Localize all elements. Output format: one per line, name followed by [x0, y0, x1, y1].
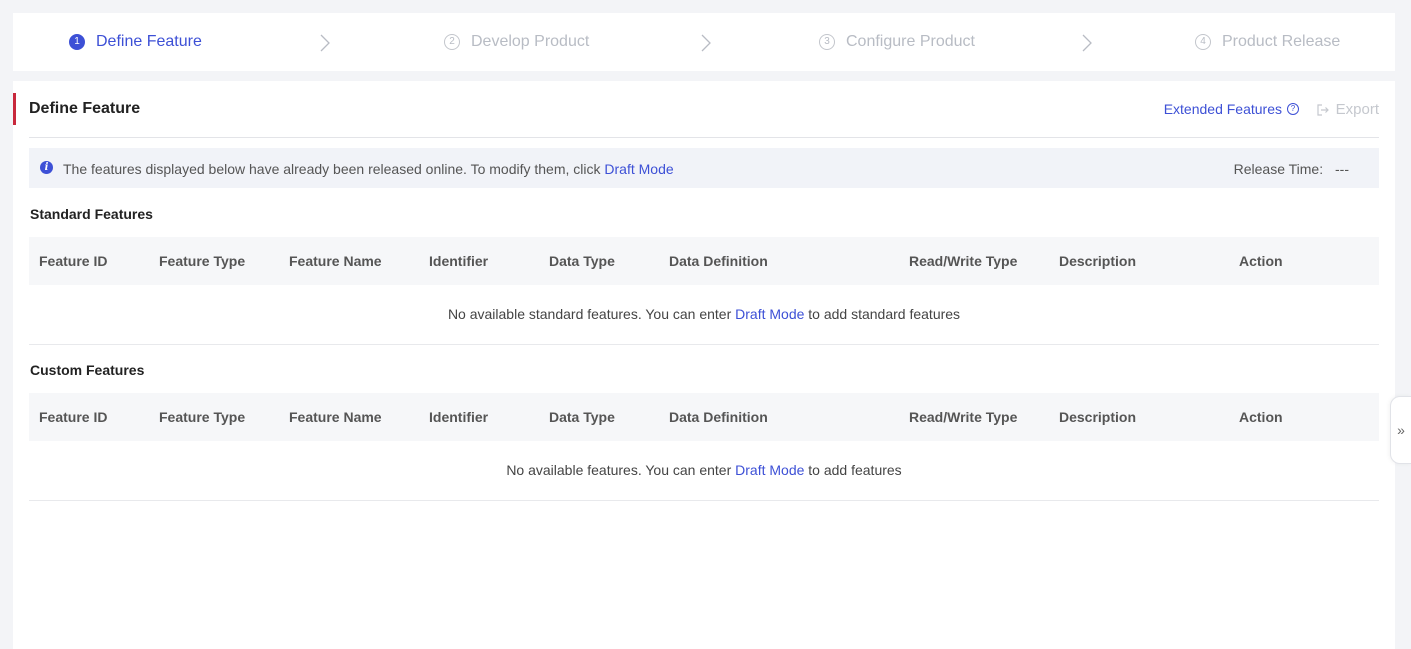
step-label: Define Feature — [96, 33, 202, 50]
release-notice: i The features displayed below have alre… — [29, 148, 1379, 188]
step-label: Develop Product — [471, 33, 590, 50]
step-label: Configure Product — [846, 33, 975, 50]
column-header: Identifier — [429, 409, 489, 425]
step-number: 2 — [444, 34, 460, 50]
draft-mode-link[interactable]: Draft Mode — [604, 161, 673, 177]
column-header: Feature Type — [159, 253, 246, 269]
step-develop-product[interactable]: 2 Develop Product — [444, 13, 589, 71]
draft-mode-link[interactable]: Draft Mode — [735, 462, 804, 478]
panel-header: Define Feature Extended Features ? Expor… — [13, 93, 1379, 125]
title-accent-bar — [13, 93, 16, 125]
custom-features-title: Custom Features — [30, 362, 145, 378]
column-header: Feature Name — [289, 253, 382, 269]
release-time-label: Release Time: — [1233, 161, 1324, 177]
chevron-right-icon — [701, 34, 711, 52]
column-header: Data Definition — [669, 409, 768, 425]
export-label: Export — [1335, 101, 1379, 118]
expand-panel-toggle[interactable]: » — [1390, 396, 1411, 464]
standard-empty-state: No available standard features. You can … — [29, 285, 1379, 345]
info-icon: i — [40, 161, 53, 174]
column-header: Description — [1059, 409, 1137, 425]
step-bar: 1 Define Feature 2 Develop Product 3 Con… — [13, 13, 1395, 71]
step-number: 4 — [1195, 34, 1211, 50]
notice-text: The features displayed below have alread… — [63, 161, 601, 177]
release-time: Release Time: --- — [1234, 161, 1349, 177]
step-configure-product[interactable]: 3 Configure Product — [819, 13, 975, 71]
page-title: Define Feature — [29, 100, 141, 117]
empty-text: No available standard features. You can … — [447, 306, 732, 322]
export-button[interactable]: Export — [1316, 101, 1379, 118]
standard-features-title: Standard Features — [30, 206, 153, 222]
empty-text: to add standard features — [808, 306, 961, 322]
chevron-right-icon — [1082, 34, 1092, 52]
column-header: Read/Write Type — [909, 253, 1018, 269]
step-label: Product Release — [1222, 33, 1341, 50]
custom-empty-state: No available features. You can enter Dra… — [29, 441, 1379, 501]
extended-features-link[interactable]: Extended Features ? — [1164, 101, 1299, 117]
column-header: Feature Name — [289, 409, 382, 425]
header-divider — [29, 137, 1379, 138]
column-header: Data Definition — [669, 253, 768, 269]
column-header: Feature Type — [159, 409, 246, 425]
notice-message: The features displayed below have alread… — [63, 161, 674, 177]
column-header: Data Type — [549, 253, 615, 269]
export-icon — [1317, 103, 1329, 116]
step-number: 1 — [69, 34, 85, 50]
help-icon[interactable]: ? — [1287, 103, 1299, 115]
column-header: Description — [1059, 253, 1137, 269]
chevron-right-icon — [320, 34, 330, 52]
column-header: Feature ID — [39, 253, 108, 269]
double-chevron-right-icon: » — [1397, 422, 1405, 438]
custom-table-header: Feature ID Feature Type Feature Name Ide… — [29, 393, 1379, 441]
step-number: 3 — [819, 34, 835, 50]
column-header: Read/Write Type — [909, 409, 1018, 425]
extended-features-label: Extended Features — [1163, 101, 1282, 117]
empty-text: to add features — [808, 462, 902, 478]
standard-table-header: Feature ID Feature Type Feature Name Ide… — [29, 237, 1379, 285]
empty-text: No available features. You can enter — [506, 462, 732, 478]
column-header: Action — [1239, 253, 1283, 269]
column-header: Data Type — [549, 409, 615, 425]
draft-mode-link[interactable]: Draft Mode — [735, 306, 804, 322]
column-header: Feature ID — [39, 409, 108, 425]
column-header: Action — [1239, 409, 1283, 425]
step-define-feature[interactable]: 1 Define Feature — [69, 13, 202, 71]
main-panel: Define Feature Extended Features ? Expor… — [13, 81, 1395, 649]
column-header: Identifier — [429, 253, 489, 269]
release-time-value: --- — [1335, 161, 1349, 177]
step-product-release[interactable]: 4 Product Release — [1195, 13, 1340, 71]
